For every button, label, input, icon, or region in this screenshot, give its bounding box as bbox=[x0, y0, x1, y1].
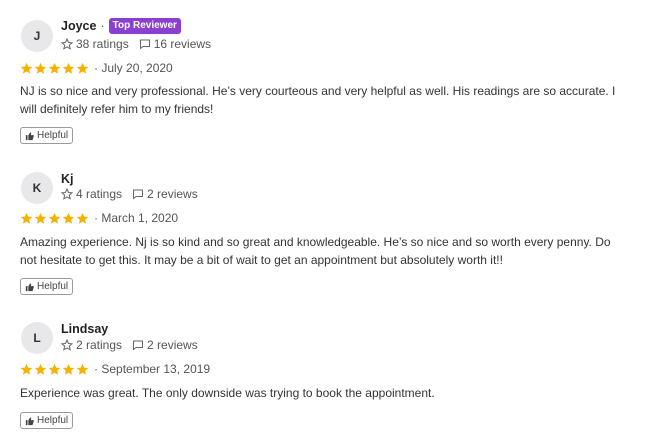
star-filled-icon bbox=[76, 363, 89, 375]
star-filled-icon bbox=[62, 212, 75, 224]
star-filled-icon bbox=[34, 62, 47, 74]
star-filled-icon bbox=[76, 212, 89, 224]
reviewer-name-line: Kj bbox=[61, 172, 74, 186]
star-outline-icon bbox=[61, 38, 73, 50]
comment-icon bbox=[133, 189, 144, 200]
helpful-button[interactable]: Helpful bbox=[20, 127, 74, 144]
star-outline-icon bbox=[61, 188, 73, 200]
reviews-count: 2 reviews bbox=[147, 338, 198, 352]
review-date: · March 1, 2020 bbox=[94, 211, 179, 225]
avatar: J bbox=[21, 20, 53, 52]
review-date: · July 20, 2020 bbox=[94, 61, 173, 75]
ratings-count: 4 ratings bbox=[76, 187, 123, 201]
reviewer-stats: 2 ratings 2 reviews bbox=[61, 338, 198, 352]
avatar: K bbox=[21, 172, 53, 204]
reviewer-name-line: Joyce · Top Reviewer bbox=[61, 18, 181, 34]
star-outline-icon bbox=[61, 339, 73, 351]
reviewer-name[interactable]: Kj bbox=[61, 172, 74, 186]
review-date: · September 13, 2019 bbox=[94, 362, 211, 376]
thumbs-up-icon bbox=[25, 416, 34, 425]
rating-row: · March 1, 2020 bbox=[20, 211, 178, 225]
star-filled-icon bbox=[76, 62, 89, 74]
reviews-count: 2 reviews bbox=[147, 187, 198, 201]
helpful-button[interactable]: Helpful bbox=[20, 412, 74, 429]
reviewer-name[interactable]: Joyce bbox=[61, 19, 96, 33]
comment-icon bbox=[139, 39, 150, 50]
star-filled-icon bbox=[48, 363, 61, 375]
star-filled-icon bbox=[62, 62, 75, 74]
reviewer-stats: 4 ratings 2 reviews bbox=[61, 187, 198, 201]
star-filled-icon bbox=[34, 212, 47, 224]
avatar: L bbox=[21, 322, 53, 354]
star-filled-icon bbox=[62, 363, 75, 375]
star-filled-icon bbox=[48, 212, 61, 224]
star-rating bbox=[20, 62, 90, 75]
top-reviewer-badge: Top Reviewer bbox=[108, 18, 181, 34]
star-filled-icon bbox=[20, 363, 33, 375]
review-text: Amazing experience. Nj is so kind and so… bbox=[20, 235, 611, 267]
star-filled-icon bbox=[20, 62, 33, 74]
thumbs-up-icon bbox=[25, 282, 34, 291]
review-text: NJ is so nice and very professional. He’… bbox=[20, 84, 616, 116]
ratings-count: 2 ratings bbox=[76, 338, 123, 352]
reviews-count: 16 reviews bbox=[153, 37, 212, 51]
ratings-count: 38 ratings bbox=[76, 37, 129, 51]
rating-row: · September 13, 2019 bbox=[20, 362, 210, 376]
rating-row: · July 20, 2020 bbox=[20, 61, 173, 75]
helpful-button[interactable]: Helpful bbox=[20, 278, 74, 295]
star-rating bbox=[20, 363, 90, 376]
thumbs-up-icon bbox=[25, 131, 34, 140]
review-text: Experience was great. The only downside … bbox=[20, 386, 435, 400]
star-rating bbox=[20, 212, 90, 225]
star-filled-icon bbox=[48, 62, 61, 74]
reviewer-stats: 38 ratings 16 reviews bbox=[61, 37, 211, 51]
reviewer-name-line: Lindsay bbox=[61, 322, 108, 336]
reviewer-name[interactable]: Lindsay bbox=[61, 322, 108, 336]
separator-dot: · bbox=[100, 19, 105, 33]
comment-icon bbox=[133, 340, 144, 351]
star-filled-icon bbox=[34, 363, 47, 375]
star-filled-icon bbox=[20, 212, 33, 224]
